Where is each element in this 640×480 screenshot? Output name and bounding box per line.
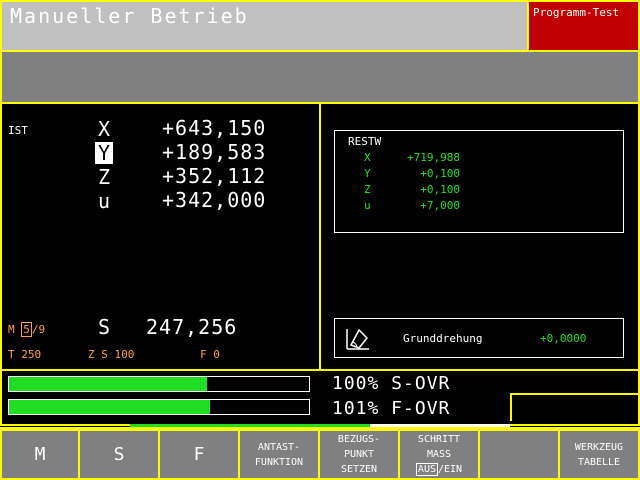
- axis-letter-z: Z: [97, 165, 111, 189]
- softkey-set-datum[interactable]: BEZUGS- PUNKT SETZEN: [318, 429, 400, 480]
- restw-axis-u: u: [364, 199, 371, 212]
- restw-axis-z: Z: [364, 183, 371, 196]
- distance-to-go-title: RESTW: [348, 135, 382, 148]
- restw-value-y: +0,100: [420, 167, 460, 180]
- softkey-tool-label-2: TABELLE: [577, 456, 621, 468]
- softkey-step-label-1: SCHRITT: [417, 434, 461, 445]
- f-ovr-label: 101% F-OVR: [332, 398, 451, 419]
- softkey-s-label: S: [113, 444, 125, 465]
- s-ovr-label: 100% S-OVR: [332, 373, 451, 394]
- softkey-step-label-2: MASS: [426, 449, 452, 460]
- s-ovr-bar-fill: [9, 377, 207, 391]
- spindle-letter: S: [98, 315, 111, 339]
- softkey-m-label: M: [34, 444, 46, 465]
- mode-label: Programm-Test: [533, 6, 620, 19]
- softkey-tool-table[interactable]: WERKZEUG TABELLE: [558, 429, 640, 480]
- softkey-step-toggle: AUS/EIN: [415, 463, 463, 476]
- softkey-s[interactable]: S: [78, 429, 160, 480]
- actual-position-label: IST: [8, 124, 28, 137]
- softkey-datum-label-1: BEZUGS-: [337, 434, 381, 445]
- s-ovr-bar: [8, 376, 310, 392]
- page-title: Manueller Betrieb: [10, 4, 249, 28]
- restw-value-u: +7,000: [420, 199, 460, 212]
- tool-status: T 250: [8, 348, 42, 361]
- softkey-datum-label-3: SETZEN: [340, 464, 378, 475]
- axis-value-x: +643,150: [162, 116, 267, 140]
- softkey-probe-label-2: FUNKTION: [254, 456, 304, 468]
- axis-letter-x: X: [97, 117, 111, 141]
- softkey-f[interactable]: F: [158, 429, 240, 480]
- softkey-incremental-jog[interactable]: SCHRITT MASS AUS/EIN: [398, 429, 480, 480]
- f-ovr-bar-fill: [9, 400, 210, 414]
- axis-value-z: +352,112: [162, 164, 267, 188]
- softkey-probe-function[interactable]: ANTAST- FUNKTION: [238, 429, 320, 480]
- override-side-box: [510, 393, 640, 421]
- softkey-probe-label-1: ANTAST-: [257, 441, 301, 453]
- feed-status: F 0: [200, 348, 220, 361]
- axis-letter-y[interactable]: Y: [95, 142, 113, 164]
- softkey-tool-label-1: WERKZEUG: [574, 441, 624, 453]
- softkey-m[interactable]: M: [0, 429, 80, 480]
- restw-axis-y: Y: [364, 167, 371, 180]
- softkey-empty[interactable]: [478, 429, 560, 480]
- basic-rotation-value: +0,0000: [540, 332, 587, 345]
- f-ovr-bar: [8, 399, 310, 415]
- spindle-value: 247,256: [146, 315, 238, 339]
- basic-rotation-label: Grunddrehung: [403, 332, 483, 345]
- axis-value-y: +189,583: [162, 140, 267, 164]
- restw-value-z: +0,100: [420, 183, 460, 196]
- m-function-status: M 5/9: [8, 322, 46, 337]
- softkey-datum-label-2: PUNKT: [343, 449, 375, 460]
- restw-value-x: +719,988: [407, 151, 460, 164]
- basic-rotation-icon: [345, 326, 371, 352]
- softkey-f-label: F: [193, 444, 205, 465]
- axis-letter-u: u: [97, 189, 111, 213]
- spindle-axis-status: Z S 100: [88, 348, 135, 361]
- restw-axis-x: X: [364, 151, 371, 164]
- axis-value-u: +342,000: [162, 188, 267, 212]
- mode-indicator: Programm-Test: [527, 0, 640, 52]
- message-bar: [0, 52, 640, 104]
